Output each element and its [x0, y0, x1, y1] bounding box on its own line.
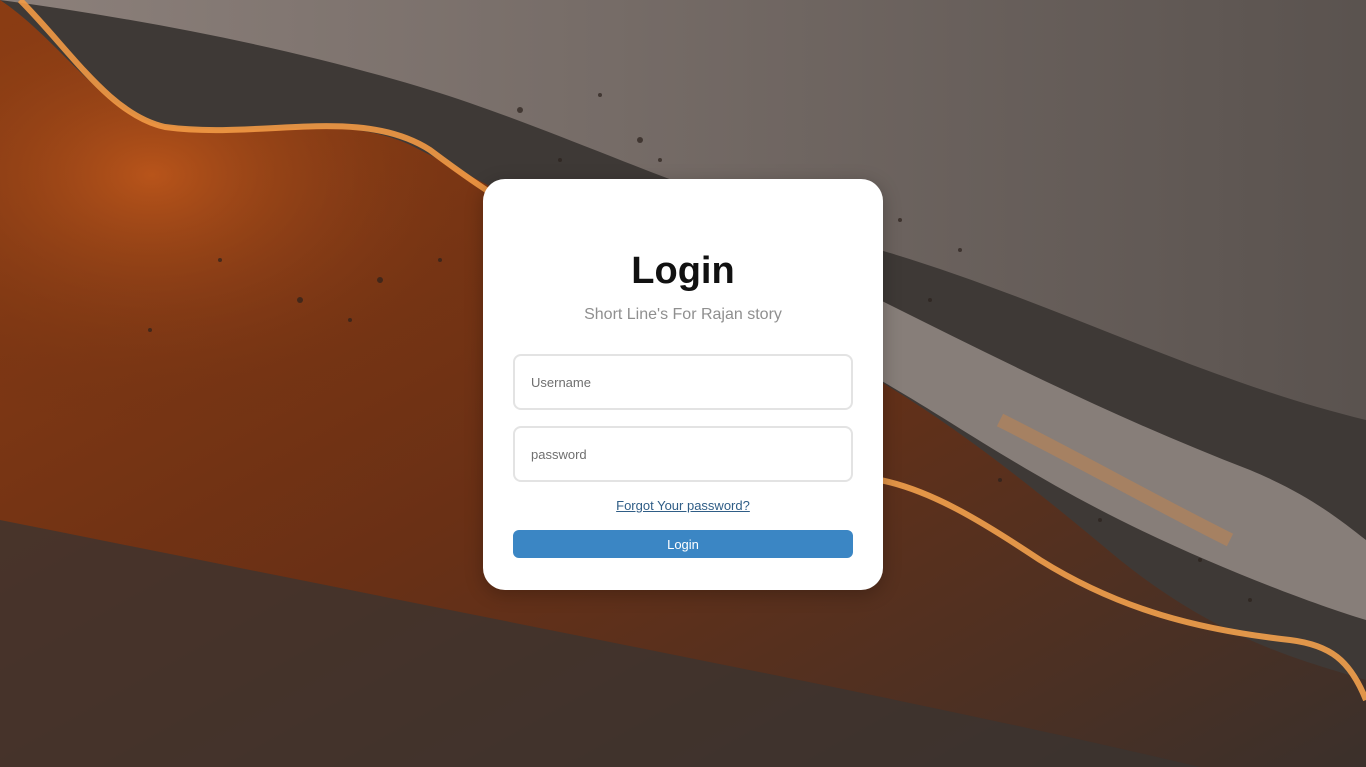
- login-card: Login Short Line's For Rajan story Forgo…: [483, 179, 883, 590]
- username-input[interactable]: [513, 354, 853, 410]
- login-title: Login: [631, 250, 735, 292]
- login-subtitle: Short Line's For Rajan story: [584, 306, 782, 323]
- login-button[interactable]: Login: [513, 530, 853, 558]
- password-input[interactable]: [513, 426, 853, 482]
- forgot-password-link[interactable]: Forgot Your password?: [483, 498, 883, 514]
